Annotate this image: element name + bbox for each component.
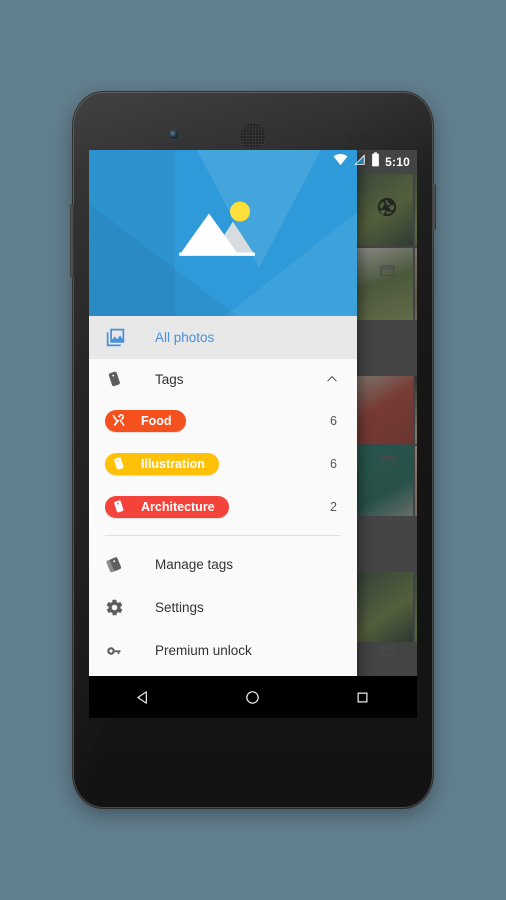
sidebar-item-label: Manage tags	[155, 557, 234, 572]
sidebar-item-label: All photos	[155, 330, 215, 345]
home-circle-icon[interactable]	[225, 676, 281, 718]
folder-icon[interactable]	[379, 452, 396, 474]
sidebar-item-label: Settings	[155, 600, 204, 615]
sidebar-item-manage-tags[interactable]: Manage tags	[89, 543, 357, 586]
drawer-divider	[105, 535, 341, 536]
folder-icon[interactable]	[379, 262, 396, 284]
tag-item-architecture[interactable]: Architecture 2	[89, 485, 357, 528]
tag-chip[interactable]: Food	[105, 409, 186, 432]
tag-label: Architecture	[141, 499, 215, 514]
cell-signal-icon	[353, 153, 366, 171]
sidebar-item-all-photos[interactable]: All photos	[89, 316, 357, 359]
navigation-drawer: All photos Tags Food 6 Illustration 6 Ar…	[89, 150, 357, 718]
tag-icon	[105, 456, 131, 471]
sidebar-item-premium-unlock[interactable]: Premium unlock	[89, 629, 357, 672]
camera-aperture-icon[interactable]	[376, 196, 398, 223]
gear-icon	[105, 598, 133, 617]
folder-icon[interactable]	[379, 642, 396, 664]
light-sensor-icon	[361, 134, 366, 139]
tag-chip[interactable]: Architecture	[105, 495, 229, 518]
gallery-landscape-logo	[175, 196, 271, 271]
status-bar-time: 5:10	[385, 155, 410, 169]
status-bar: 5:10	[89, 150, 417, 174]
volume-rocker-button[interactable]	[70, 204, 74, 278]
tag-item-illustration[interactable]: Illustration 6	[89, 442, 357, 485]
back-triangle-icon[interactable]	[116, 676, 172, 718]
tag-count: 6	[330, 413, 337, 428]
cutlery-icon	[105, 413, 131, 428]
power-button[interactable]	[432, 184, 436, 230]
phone-device: All photos Tags Food 6 Illustration 6 Ar…	[70, 92, 436, 808]
tag-label: Illustration	[141, 456, 205, 471]
tag-count: 6	[330, 456, 337, 471]
scene: All photos Tags Food 6 Illustration 6 Ar…	[0, 0, 506, 900]
sidebar-item-settings[interactable]: Settings	[89, 586, 357, 629]
tag-icon	[105, 370, 133, 388]
front-camera	[169, 130, 178, 139]
photo-library-icon	[105, 327, 133, 348]
sidebar-item-label: Premium unlock	[155, 643, 252, 658]
battery-icon	[371, 152, 380, 172]
tag-chip[interactable]: Illustration	[105, 452, 219, 475]
tags-stack-icon	[105, 555, 133, 574]
drawer-body: All photos Tags Food 6 Illustration 6 Ar…	[89, 316, 357, 718]
tag-icon	[105, 499, 131, 514]
sidebar-section-tags[interactable]: Tags	[89, 359, 357, 399]
sidebar-section-label: Tags	[155, 371, 184, 387]
recents-square-icon[interactable]	[334, 676, 390, 718]
chevron-up-icon[interactable]	[325, 372, 339, 386]
tag-item-food[interactable]: Food 6	[89, 399, 357, 442]
key-icon	[105, 641, 133, 661]
android-navigation-bar	[89, 676, 417, 718]
drawer-header	[89, 150, 357, 316]
proximity-sensor-icon	[348, 134, 353, 139]
header-facet-edge	[89, 150, 175, 316]
phone-screen: All photos Tags Food 6 Illustration 6 Ar…	[89, 150, 417, 718]
tag-count: 2	[330, 499, 337, 514]
earpiece-speaker	[239, 122, 267, 150]
wifi-icon	[333, 153, 348, 171]
tag-label: Food	[141, 413, 172, 428]
